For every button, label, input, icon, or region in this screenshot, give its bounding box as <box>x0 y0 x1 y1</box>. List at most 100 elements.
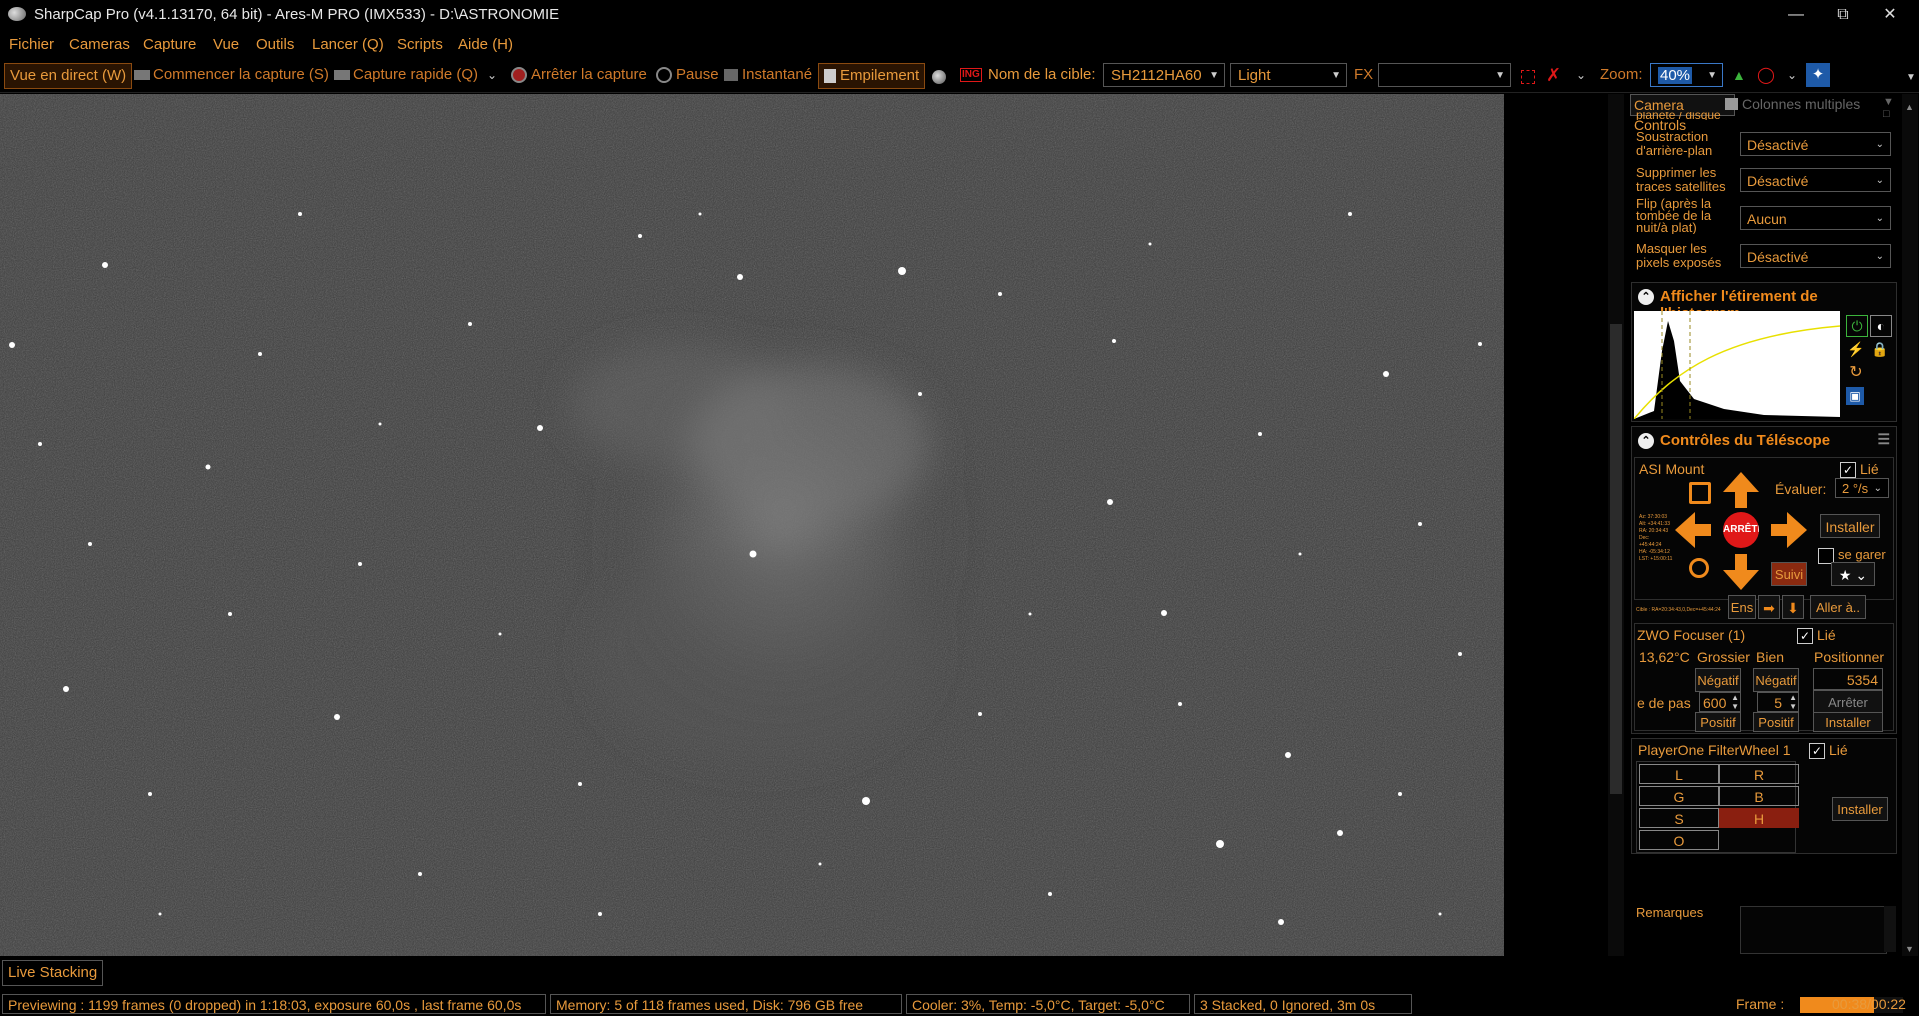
lightning-icon[interactable]: ⚡ <box>1846 339 1866 359</box>
chevron-down-icon[interactable]: ⌄ <box>487 68 497 82</box>
filterwheel-linked-checkbox[interactable]: ✓ <box>1809 743 1825 759</box>
mount-linked-checkbox[interactable]: ✓ <box>1840 462 1856 478</box>
histogram-icon[interactable]: ▲ <box>1732 67 1746 83</box>
filter-R[interactable]: R <box>1719 764 1799 784</box>
live-view-button[interactable]: Vue en direct (W) <box>4 63 133 89</box>
quick-capture-button[interactable]: Capture rapide (Q) <box>334 66 478 83</box>
lock-icon[interactable]: 🔒 <box>1870 339 1890 359</box>
coarse-positive-button[interactable]: Positif <box>1695 712 1741 732</box>
arrow-right-icon[interactable] <box>1787 512 1807 548</box>
scroll-up-icon[interactable]: ▲ <box>1905 102 1914 112</box>
alarm-icon[interactable]: ◯ <box>1757 65 1775 85</box>
target-icon[interactable] <box>1689 558 1709 578</box>
zoom-combo[interactable]: 40% ▼ <box>1650 63 1723 87</box>
spiral-search-icon[interactable] <box>1689 482 1711 504</box>
filter-O[interactable]: O <box>1639 830 1719 850</box>
start-capture-button[interactable]: Commencer la capture (S) <box>134 66 329 83</box>
stepper-icon[interactable]: ▲ ▼ <box>1731 693 1739 711</box>
menu-cameras[interactable]: Cameras <box>69 36 130 53</box>
goto-button[interactable]: Aller à.. <box>1810 595 1866 619</box>
frame-type-combo[interactable]: Light ▼ <box>1230 63 1347 87</box>
ens-button[interactable]: Ens <box>1728 595 1756 619</box>
histogram-header[interactable]: ⌃ Afficher l'étirement de l'histogram <box>1632 283 1896 322</box>
restore-icon[interactable]: ⧉ <box>1820 0 1866 30</box>
target-name-combo[interactable]: SH2112HA60 ▼ <box>1103 63 1225 87</box>
arrow-up-icon[interactable] <box>1723 472 1759 492</box>
scrollbar-thumb[interactable] <box>1610 324 1622 794</box>
reset-icon[interactable]: ↻ <box>1846 363 1866 383</box>
coarse-step-field[interactable]: 600 ▲ ▼ <box>1699 692 1741 712</box>
contrast-icon[interactable]: ◐ <box>1870 315 1892 337</box>
focuser-install-button[interactable]: Installer <box>1813 712 1883 732</box>
arrow-down-icon[interactable] <box>1723 570 1759 590</box>
focuser-stop-button[interactable]: Arrêter <box>1813 690 1883 714</box>
focuser-linked-checkbox[interactable]: ✓ <box>1797 628 1813 644</box>
pause-button[interactable]: Pause <box>656 66 719 84</box>
scroll-down-icon[interactable]: ▼ <box>1905 944 1914 954</box>
notes-field[interactable] <box>1740 906 1887 954</box>
chevron-down-icon[interactable]: ⌄ <box>1787 68 1797 82</box>
menu-icon[interactable]: ☰ <box>1877 431 1890 448</box>
side-panel: Camera Controls Colonnes multiples ▼ □ p… <box>1628 94 1900 956</box>
mask-combo[interactable]: Désactivé ⌄ <box>1740 244 1891 268</box>
menu-fichier[interactable]: Fichier <box>9 36 54 53</box>
satellite-combo[interactable]: Désactivé ⌄ <box>1740 168 1891 192</box>
chevron-down-icon[interactable]: ⌄ <box>1576 68 1586 82</box>
chevron-down-icon: ▼ <box>1209 70 1219 81</box>
fine-negative-button[interactable]: Négatif <box>1753 668 1799 692</box>
mount-install-button[interactable]: Installer <box>1820 514 1880 538</box>
snapshot-button[interactable]: Instantané <box>724 66 812 83</box>
filter-L[interactable]: L <box>1639 764 1719 784</box>
pin-icon[interactable]: ✦ <box>1806 63 1830 87</box>
flip-combo[interactable]: Aucun ⌄ <box>1740 206 1891 230</box>
fx-combo[interactable]: ▼ <box>1378 63 1511 87</box>
stacking-button[interactable]: Empilement <box>818 63 926 89</box>
menu-outils[interactable]: Outils <box>256 36 294 53</box>
pin-panel-icon[interactable]: ▼ □ <box>1883 96 1900 120</box>
stepper-icon[interactable]: ▲ ▼ <box>1789 693 1797 711</box>
coarse-negative-button[interactable]: Négatif <box>1695 668 1741 692</box>
menu-capture[interactable]: Capture <box>143 36 196 53</box>
filter-H[interactable]: H <box>1719 808 1799 828</box>
menu-lancer[interactable]: Lancer (Q) <box>312 36 384 53</box>
dark-frame-icon[interactable] <box>932 68 946 85</box>
fine-positive-button[interactable]: Positif <box>1753 712 1799 732</box>
stop-mount-button[interactable]: ARRÊTE <box>1723 512 1759 548</box>
auto-stretch-icon[interactable]: ⏻ <box>1846 315 1868 337</box>
crosshair-icon[interactable]: ✗ <box>1546 65 1561 86</box>
collapse-icon[interactable]: ⌃ <box>1638 433 1654 449</box>
close-icon[interactable]: ✕ <box>1867 0 1913 30</box>
filter-G[interactable]: G <box>1639 786 1719 806</box>
notes-scrollbar[interactable] <box>1884 906 1896 952</box>
arrow-down-small-icon[interactable]: ⬇ <box>1782 595 1804 619</box>
fine-step-field[interactable]: 5 ▲ ▼ <box>1757 692 1799 712</box>
toolbar-overflow-icon[interactable]: ▼ <box>1906 72 1916 83</box>
live-stacking-tab[interactable]: Live Stacking <box>2 960 104 986</box>
filter-B[interactable]: B <box>1719 786 1799 806</box>
telescope-header[interactable]: ⌃ Contrôles du Téléscope ☰ <box>1632 427 1896 455</box>
filter-S[interactable]: S <box>1639 808 1719 828</box>
ing-icon[interactable]: ING <box>960 68 982 82</box>
histogram-chart[interactable] <box>1634 311 1840 419</box>
arrow-left-icon[interactable] <box>1675 512 1695 548</box>
menu-aide[interactable]: Aide (H) <box>458 36 513 53</box>
arrow-right-small-icon[interactable]: ➡ <box>1758 595 1780 619</box>
rate-combo[interactable]: 2 °/s ⌄ <box>1835 478 1889 498</box>
favorite-star-button[interactable]: ★ ⌄ <box>1831 562 1875 586</box>
menu-vue[interactable]: Vue <box>213 36 239 53</box>
stop-capture-button[interactable]: Arrêter la capture <box>511 66 647 84</box>
save-icon[interactable]: ▣ <box>1846 387 1864 405</box>
live-image-view[interactable] <box>0 94 1504 956</box>
bg-subtraction-combo[interactable]: Désactivé ⌄ <box>1740 132 1891 156</box>
roi-icon[interactable] <box>1521 68 1535 85</box>
panel-scrollbar[interactable]: ▲ ▼ <box>1902 94 1918 956</box>
target-name-label: Nom de la cible: <box>988 66 1096 83</box>
image-vertical-scrollbar[interactable] <box>1608 94 1624 956</box>
position-field[interactable]: 5354 <box>1813 668 1883 690</box>
tracking-button[interactable]: Suivi <box>1771 562 1807 586</box>
minimize-icon[interactable]: — <box>1773 0 1819 30</box>
filterwheel-install-button[interactable]: Installer <box>1832 797 1888 821</box>
tab-multi-columns[interactable]: Colonnes multiples <box>1742 94 1860 114</box>
collapse-icon[interactable]: ⌃ <box>1638 289 1654 305</box>
menu-scripts[interactable]: Scripts <box>397 36 443 53</box>
